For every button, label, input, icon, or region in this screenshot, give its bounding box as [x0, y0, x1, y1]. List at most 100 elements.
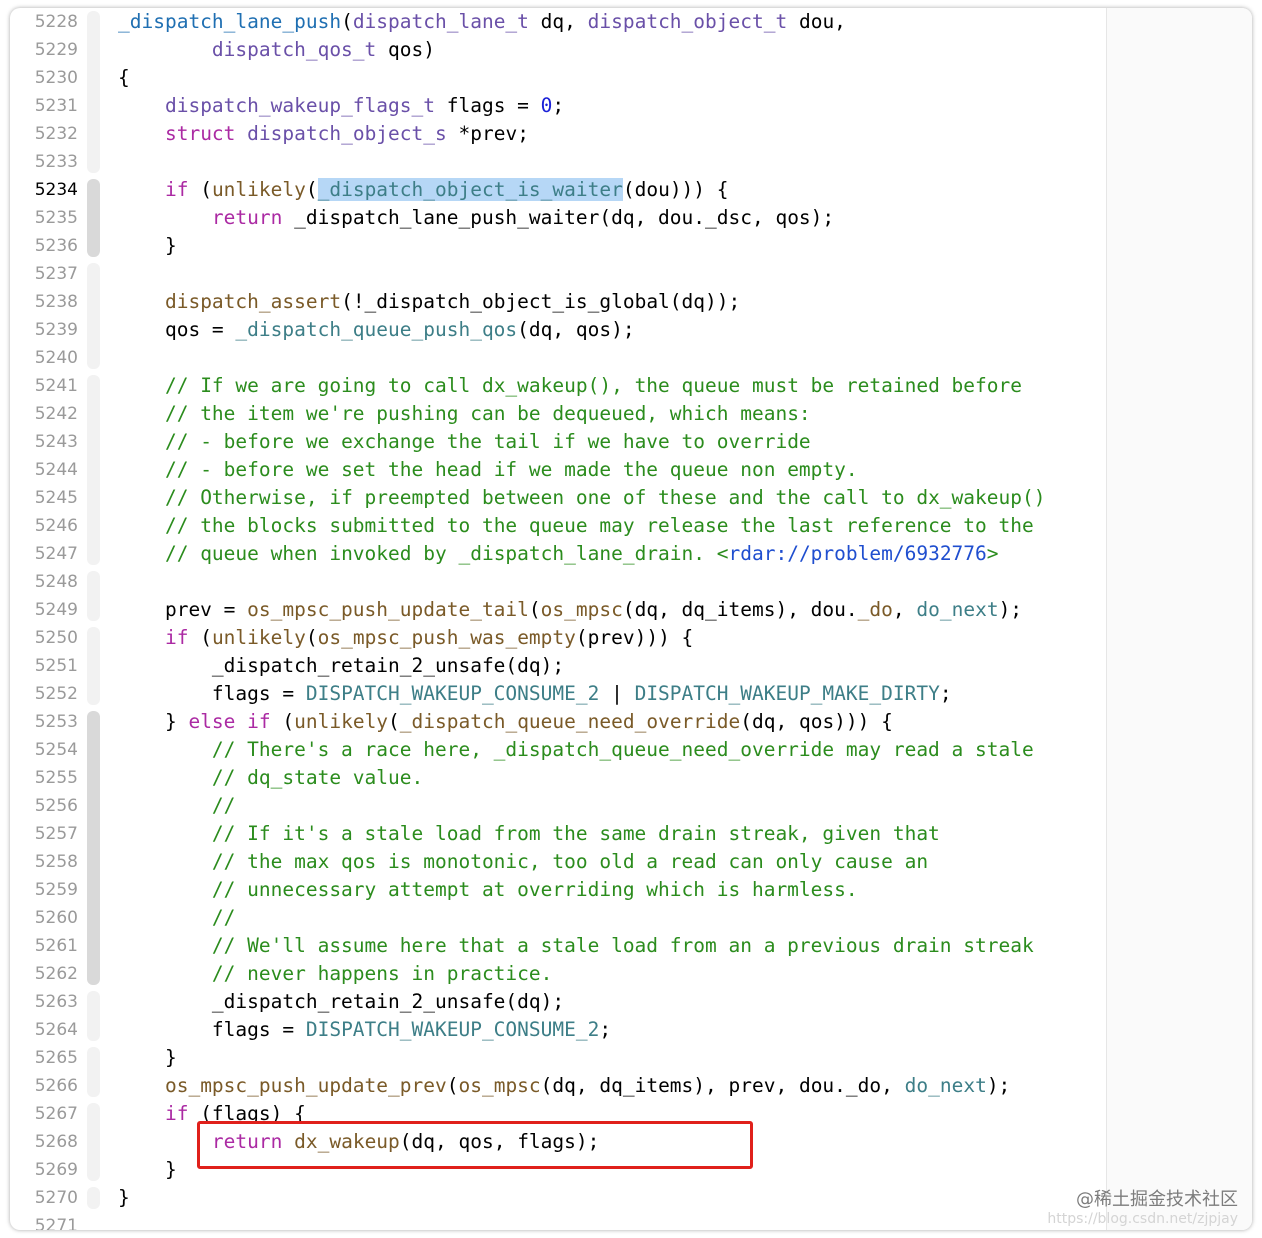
fold-segment[interactable] — [87, 1187, 100, 1209]
code-token: // the item we're pushing can be dequeue… — [164, 402, 811, 425]
code-line[interactable]: // - before we exchange the tail if we h… — [118, 428, 811, 456]
code-line[interactable]: // Otherwise, if preempted between one o… — [118, 484, 1046, 512]
line-number[interactable]: 5230 — [18, 64, 78, 92]
code-line[interactable]: // the item we're pushing can be dequeue… — [118, 400, 811, 428]
code-line[interactable]: qos = _dispatch_queue_push_qos(dq, qos); — [118, 316, 635, 344]
line-number[interactable]: 5262 — [18, 960, 78, 988]
code-line[interactable]: } else if (unlikely(_dispatch_queue_need… — [118, 708, 893, 736]
line-number[interactable]: 5259 — [18, 876, 78, 904]
fold-segment[interactable] — [87, 991, 100, 1041]
fold-segment[interactable] — [87, 711, 100, 985]
code-line[interactable]: } — [118, 232, 177, 260]
fold-segment[interactable] — [87, 263, 100, 369]
code-line[interactable]: _dispatch_retain_2_unsafe(dq); — [118, 652, 564, 680]
code-line[interactable]: // the blocks submitted to the queue may… — [118, 512, 1034, 540]
line-number[interactable]: 5256 — [18, 792, 78, 820]
line-number[interactable]: 5245 — [18, 484, 78, 512]
code-line[interactable]: return _dispatch_lane_push_waiter(dq, do… — [118, 204, 834, 232]
line-number[interactable]: 5233 — [18, 148, 78, 176]
line-number[interactable]: 5271 — [18, 1212, 78, 1230]
code-line[interactable]: flags = DISPATCH_WAKEUP_CONSUME_2; — [118, 1016, 611, 1044]
fold-segment[interactable] — [87, 571, 100, 621]
code-line[interactable]: prev = os_mpsc_push_update_tail(os_mpsc(… — [118, 596, 1022, 624]
line-number[interactable]: 5267 — [18, 1100, 78, 1128]
line-number[interactable]: 5257 — [18, 820, 78, 848]
line-number[interactable]: 5243 — [18, 428, 78, 456]
line-number[interactable]: 5228 — [18, 8, 78, 36]
line-number[interactable]: 5265 — [18, 1044, 78, 1072]
code-line[interactable]: } — [118, 1184, 130, 1212]
line-number[interactable]: 5240 — [18, 344, 78, 372]
code-line[interactable]: _dispatch_lane_push(dispatch_lane_t dq, … — [118, 8, 846, 36]
line-number[interactable]: 5244 — [18, 456, 78, 484]
fold-segment[interactable] — [87, 11, 100, 173]
code-line[interactable]: // — [118, 904, 235, 932]
line-number[interactable]: 5236 — [18, 232, 78, 260]
line-number[interactable]: 5263 — [18, 988, 78, 1016]
fold-segment[interactable] — [87, 627, 100, 705]
code-line[interactable]: // If it's a stale load from the same dr… — [118, 820, 940, 848]
code-line[interactable]: // — [118, 792, 235, 820]
line-number[interactable]: 5231 — [18, 92, 78, 120]
code-line[interactable]: } — [118, 1156, 177, 1184]
line-number[interactable]: 5239 — [18, 316, 78, 344]
code-line[interactable]: { — [118, 64, 130, 92]
line-number[interactable]: 5269 — [18, 1156, 78, 1184]
code-line[interactable]: dispatch_wakeup_flags_t flags = 0; — [118, 92, 564, 120]
code-line[interactable]: // unnecessary attempt at overriding whi… — [118, 876, 858, 904]
line-number[interactable]: 5247 — [18, 540, 78, 568]
code-line[interactable]: // the max qos is monotonic, too old a r… — [118, 848, 928, 876]
line-number[interactable]: 5258 — [18, 848, 78, 876]
code-token: struct — [164, 122, 236, 145]
line-number[interactable]: 5235 — [18, 204, 78, 232]
line-number[interactable]: 5254 — [18, 736, 78, 764]
line-number[interactable]: 5253 — [18, 708, 78, 736]
code-line[interactable]: dispatch_assert(!_dispatch_object_is_glo… — [118, 288, 740, 316]
fold-segment[interactable] — [87, 375, 100, 565]
fold-segment[interactable] — [87, 179, 100, 257]
line-number[interactable]: 5246 — [18, 512, 78, 540]
code-line[interactable]: // There's a race here, _dispatch_queue_… — [118, 736, 1034, 764]
minimap[interactable] — [1106, 8, 1252, 1230]
line-number[interactable]: 5229 — [18, 36, 78, 64]
code-line[interactable]: struct dispatch_object_s *prev; — [118, 120, 529, 148]
code-line[interactable]: dispatch_qos_t qos) — [118, 36, 435, 64]
line-number[interactable]: 5270 — [18, 1184, 78, 1212]
line-number[interactable]: 5266 — [18, 1072, 78, 1100]
code-line[interactable]: // dq_state value. — [118, 764, 423, 792]
code-line[interactable]: // We'll assume here that a stale load f… — [118, 932, 1034, 960]
line-number[interactable]: 5251 — [18, 652, 78, 680]
code-line[interactable]: // queue when invoked by _dispatch_lane_… — [118, 540, 999, 568]
code-line[interactable]: if (unlikely(_dispatch_object_is_waiter(… — [118, 176, 729, 204]
code-line[interactable]: // - before we set the head if we made t… — [118, 456, 858, 484]
code-line[interactable]: // If we are going to call dx_wakeup(), … — [118, 372, 1022, 400]
line-number[interactable]: 5268 — [18, 1128, 78, 1156]
line-number[interactable]: 5264 — [18, 1016, 78, 1044]
code-area[interactable]: _dispatch_lane_push(dispatch_lane_t dq, … — [118, 8, 1108, 1230]
line-number[interactable]: 5234 — [18, 176, 78, 204]
line-number[interactable]: 5241 — [18, 372, 78, 400]
fold-segment[interactable] — [87, 1047, 100, 1097]
code-token: dispatch_object_s — [247, 122, 447, 145]
line-number[interactable]: 5252 — [18, 680, 78, 708]
line-number[interactable]: 5261 — [18, 932, 78, 960]
fold-segment[interactable] — [87, 1103, 100, 1181]
code-token: do_next — [904, 1074, 987, 1097]
code-line[interactable]: // never happens in practice. — [118, 960, 552, 988]
code-line[interactable]: _dispatch_retain_2_unsafe(dq); — [118, 988, 564, 1016]
line-number[interactable]: 5260 — [18, 904, 78, 932]
line-number[interactable]: 5255 — [18, 764, 78, 792]
line-number[interactable]: 5242 — [18, 400, 78, 428]
code-line[interactable]: } — [118, 1044, 177, 1072]
line-number[interactable]: 5249 — [18, 596, 78, 624]
code-line[interactable]: os_mpsc_push_update_prev(os_mpsc(dq, dq_… — [118, 1072, 1010, 1100]
code-line[interactable]: flags = DISPATCH_WAKEUP_CONSUME_2 | DISP… — [118, 680, 952, 708]
line-number[interactable]: 5232 — [18, 120, 78, 148]
line-number[interactable]: 5237 — [18, 260, 78, 288]
line-number[interactable]: 5250 — [18, 624, 78, 652]
line-number[interactable]: 5248 — [18, 568, 78, 596]
code-line[interactable]: if (unlikely(os_mpsc_push_was_empty(prev… — [118, 624, 693, 652]
line-number[interactable]: 5238 — [18, 288, 78, 316]
code-token: _dispatch_lane_push_waiter(dq, dou._dsc,… — [282, 206, 835, 229]
